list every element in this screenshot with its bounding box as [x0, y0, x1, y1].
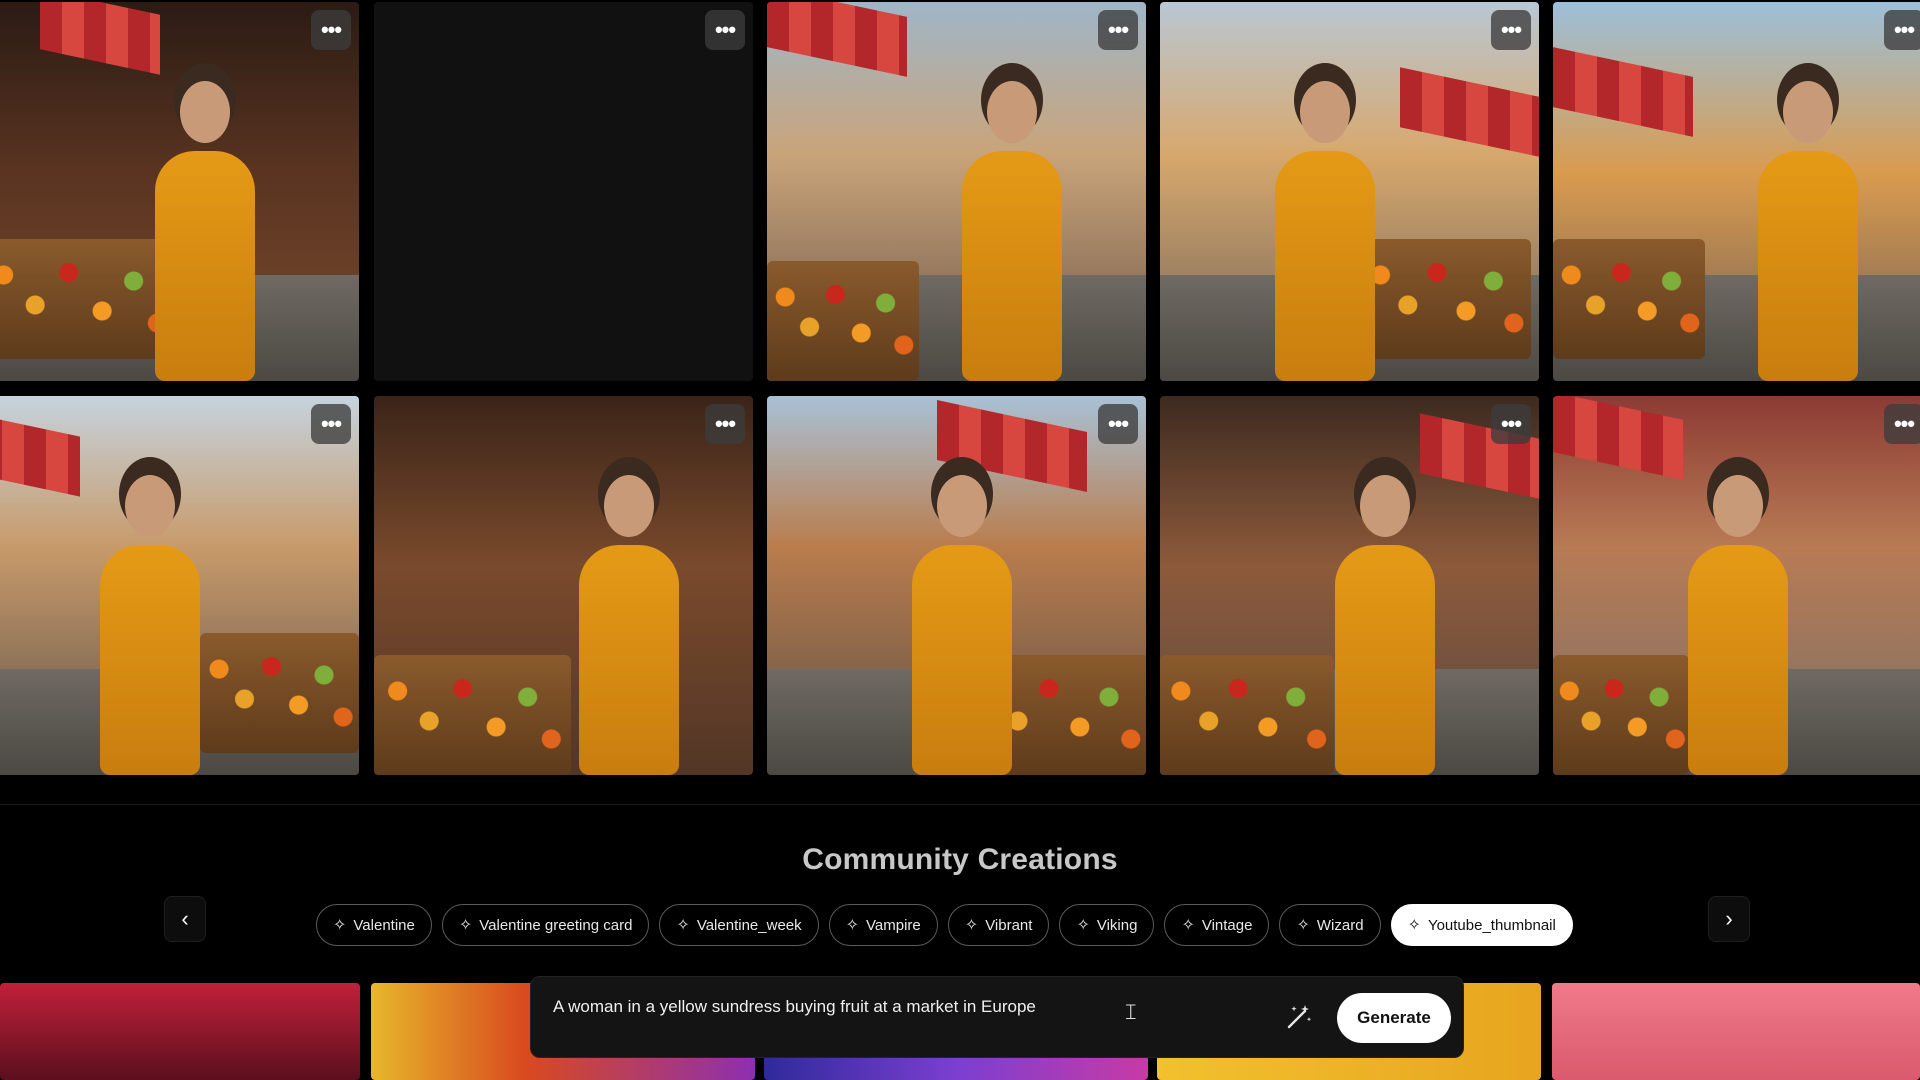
chip-viking[interactable]: ✧ Viking [1059, 904, 1155, 946]
sparkle-icon: ✧ [676, 917, 690, 934]
chip-label: Valentine greeting card [479, 916, 633, 934]
more-options-button[interactable]: ••• [705, 10, 745, 50]
chip-vampire[interactable]: ✧ Vampire [828, 904, 938, 946]
sparkle-icon: ✧ [333, 917, 347, 934]
chip-valentine[interactable]: ✧ Valentine [316, 904, 432, 946]
sparkle-icon: ✧ [458, 917, 473, 934]
sparkle-icon: ✧ [1407, 917, 1421, 934]
generated-image-8[interactable]: ••• [1160, 396, 1539, 775]
sparkle-icon: ✧ [1296, 917, 1310, 934]
generated-image-9[interactable]: ••• [1553, 396, 1920, 775]
carousel-prev-button[interactable]: ‹ [164, 896, 206, 942]
chip-label: Vintage [1201, 916, 1253, 934]
generate-button[interactable]: Generate [1337, 993, 1451, 1043]
generated-image-5[interactable]: ••• [0, 396, 359, 775]
chip-wizard[interactable]: ✧ Wizard [1279, 904, 1381, 946]
chip-vibrant[interactable]: ✧ Vibrant [947, 904, 1050, 946]
magic-wand-icon[interactable] [1285, 1003, 1313, 1031]
more-options-button[interactable]: ••• [1491, 404, 1531, 444]
generated-image-4[interactable]: ••• [1553, 2, 1920, 381]
sparkle-icon: ✧ [1076, 917, 1090, 934]
prompt-input[interactable]: A woman in a yellow sundress buying frui… [553, 997, 1036, 1017]
chip-vintage[interactable]: ✧ Vintage [1164, 904, 1270, 946]
community-image-1[interactable] [0, 983, 360, 1080]
sparkle-icon: ✧ [1181, 917, 1195, 934]
sparkle-icon: ✧ [845, 917, 860, 934]
more-options-button[interactable]: ••• [1884, 404, 1920, 444]
chevron-left-icon: ‹ [181, 906, 189, 931]
community-image-5[interactable] [1552, 983, 1920, 1080]
more-options-button[interactable]: ••• [311, 10, 351, 50]
chip-label: Valentine_week [696, 916, 802, 934]
chip-label: Vampire [866, 916, 921, 934]
sparkle-icon: ✧ [964, 917, 979, 934]
text-cursor-icon: 𝙸 [1123, 999, 1139, 1024]
chevron-right-icon: › [1725, 906, 1733, 931]
generated-image-1[interactable]: ••• [0, 2, 359, 381]
more-options-button[interactable]: ••• [1491, 10, 1531, 50]
generated-image-2[interactable]: ••• [767, 2, 1146, 381]
section-title: Community Creations [802, 843, 1118, 876]
section-divider [0, 804, 1920, 805]
image-grid: ••• ••• ••• ••• ••• ••• ••• ••• ••• ••• [0, 0, 1920, 780]
more-options-button[interactable]: ••• [1098, 10, 1138, 50]
generated-image-7[interactable]: ••• [767, 396, 1146, 775]
generated-image-placeholder[interactable]: ••• [374, 2, 753, 381]
chip-valentine-greeting-card[interactable]: ✧ Valentine greeting card [441, 904, 650, 946]
chip-valentine-week[interactable]: ✧ Valentine_week [659, 904, 819, 946]
chip-youtube-thumbnail[interactable]: ✧ Youtube_thumbnail [1390, 904, 1573, 946]
carousel-next-button[interactable]: › [1708, 896, 1750, 942]
prompt-bar: A woman in a yellow sundress buying frui… [530, 976, 1464, 1058]
chip-label: Valentine [353, 916, 415, 934]
style-chip-list: ✧ Valentine ✧ Valentine greeting card ✧ Val… [316, 904, 1573, 946]
chip-label: Youtube_thumbnail [1427, 916, 1556, 934]
chip-label: Vibrant [985, 916, 1033, 934]
chip-label: Viking [1096, 916, 1138, 934]
chip-label: Wizard [1316, 916, 1364, 934]
more-options-button[interactable]: ••• [1884, 10, 1920, 50]
generated-image-3[interactable]: ••• [1160, 2, 1539, 381]
generated-image-6[interactable]: ••• [374, 396, 753, 775]
more-options-button[interactable]: ••• [311, 404, 351, 444]
more-options-button[interactable]: ••• [705, 404, 745, 444]
more-options-button[interactable]: ••• [1098, 404, 1138, 444]
